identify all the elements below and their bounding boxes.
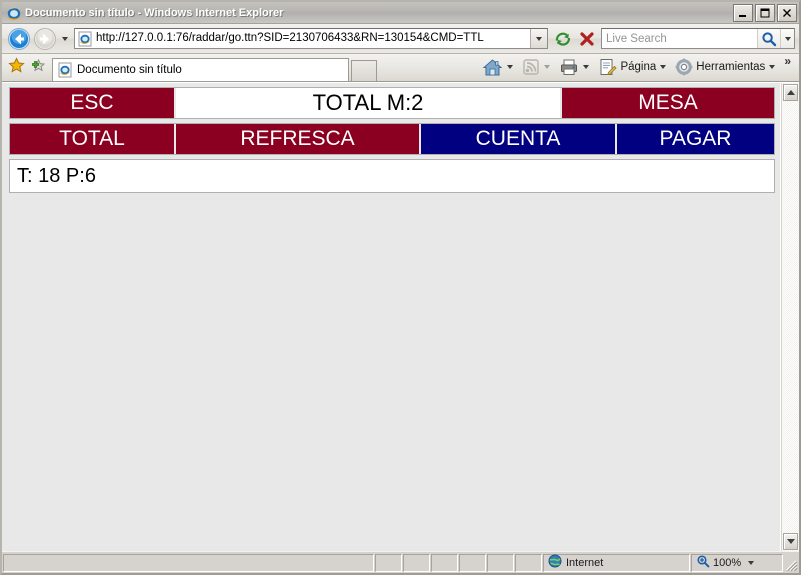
- window-controls: [733, 3, 797, 22]
- pagar-button[interactable]: PAGAR: [617, 124, 774, 154]
- tab-favicon-icon: [57, 62, 73, 78]
- zoom-icon: [696, 554, 710, 571]
- chevron-down-icon: [62, 36, 68, 41]
- chevron-down-icon: [769, 65, 776, 69]
- address-history-dropdown[interactable]: [530, 29, 547, 48]
- title-bar: Documento sin título - Windows Internet …: [2, 2, 799, 24]
- status-panel-5: [487, 553, 514, 572]
- vertical-scrollbar[interactable]: [781, 83, 799, 551]
- window-title: Documento sin título - Windows Internet …: [25, 6, 284, 19]
- pos-button-row-2: TOTAL REFRESCA CUENTA PAGAR: [9, 123, 775, 155]
- chevron-down-icon: [583, 65, 590, 69]
- add-to-favorites-icon[interactable]: [29, 57, 46, 77]
- home-button[interactable]: [480, 56, 519, 78]
- zoom-panel[interactable]: 100%: [691, 553, 783, 572]
- search-input[interactable]: [602, 31, 757, 46]
- refresh-button[interactable]: [551, 27, 575, 51]
- chevron-down-icon: [784, 36, 791, 41]
- tab-title: Documento sin título: [77, 64, 182, 76]
- command-bar-overflow-button[interactable]: »: [782, 55, 793, 75]
- esc-button[interactable]: ESC: [10, 88, 174, 118]
- security-zone-panel[interactable]: Internet: [543, 553, 690, 572]
- total-display[interactable]: TOTAL M:2: [176, 88, 560, 118]
- minimize-button[interactable]: [733, 3, 753, 22]
- forward-button[interactable]: [32, 26, 58, 52]
- recent-pages-dropdown[interactable]: [58, 36, 72, 41]
- favorites-group: [4, 53, 50, 81]
- feeds-button[interactable]: [520, 56, 556, 78]
- internet-explorer-icon: [6, 5, 22, 21]
- scroll-down-button[interactable]: [783, 533, 798, 550]
- page-content: ESC TOTAL M:2 MESA TOTAL REFRESCA CUENTA…: [2, 83, 781, 551]
- cuenta-button[interactable]: CUENTA: [421, 124, 615, 154]
- chevron-down-icon: [507, 65, 514, 69]
- back-button[interactable]: [6, 26, 32, 52]
- page-menu-button[interactable]: Página: [596, 56, 672, 78]
- status-panel-1: [375, 553, 402, 572]
- internet-zone-icon: [548, 554, 562, 571]
- stop-button[interactable]: [575, 27, 599, 51]
- security-zone-label: Internet: [566, 556, 604, 569]
- status-message-panel: [3, 553, 374, 572]
- chevron-up-icon: [786, 90, 795, 95]
- scroll-up-button[interactable]: [783, 84, 798, 101]
- status-panel-6: [515, 553, 542, 572]
- chevron-down-icon[interactable]: [748, 560, 755, 565]
- chevron-down-icon: [536, 36, 542, 41]
- command-bar: Página Herramientas »: [480, 53, 797, 81]
- maximize-button[interactable]: [755, 3, 775, 22]
- refresca-button[interactable]: REFRESCA: [176, 124, 419, 154]
- total-button[interactable]: TOTAL: [10, 124, 174, 154]
- order-info-text: T: 18 P:6: [17, 164, 96, 187]
- mesa-button[interactable]: MESA: [562, 88, 774, 118]
- browser-tab[interactable]: Documento sin título: [52, 58, 349, 81]
- zoom-level-label: 100%: [713, 556, 742, 569]
- browser-window: Documento sin título - Windows Internet …: [0, 0, 801, 575]
- tools-menu-label: Herramientas: [696, 61, 766, 73]
- tools-menu-button[interactable]: Herramientas: [673, 56, 781, 78]
- new-tab-button[interactable]: [351, 60, 377, 81]
- resize-grip[interactable]: [784, 554, 798, 572]
- search-box[interactable]: [601, 28, 795, 49]
- chevron-down-icon: [660, 65, 667, 69]
- tab-bar: Documento sin título Página Herramientas…: [2, 54, 799, 82]
- pos-button-row-1: ESC TOTAL M:2 MESA: [9, 87, 775, 119]
- search-icon[interactable]: [757, 29, 780, 48]
- address-input-box[interactable]: http://127.0.0.1:76/raddar/go.ttn?SID=21…: [74, 28, 548, 49]
- address-bar: http://127.0.0.1:76/raddar/go.ttn?SID=21…: [2, 24, 799, 54]
- page-favicon-icon: [77, 31, 93, 47]
- chevron-down-icon: [544, 65, 551, 69]
- status-panel-2: [403, 553, 430, 572]
- search-options-dropdown[interactable]: [780, 29, 794, 48]
- status-panel-4: [459, 553, 486, 572]
- status-bar: Internet 100%: [2, 551, 799, 573]
- status-panel-3: [431, 553, 458, 572]
- chevron-down-icon: [786, 539, 795, 544]
- close-button[interactable]: [777, 3, 797, 22]
- page-menu-label: Página: [620, 61, 657, 73]
- favorites-center-icon[interactable]: [8, 57, 25, 77]
- print-button[interactable]: [557, 56, 595, 78]
- page-viewport: ESC TOTAL M:2 MESA TOTAL REFRESCA CUENTA…: [2, 82, 799, 551]
- order-info-row: T: 18 P:6: [9, 159, 775, 193]
- address-url-text[interactable]: http://127.0.0.1:76/raddar/go.ttn?SID=21…: [96, 29, 530, 48]
